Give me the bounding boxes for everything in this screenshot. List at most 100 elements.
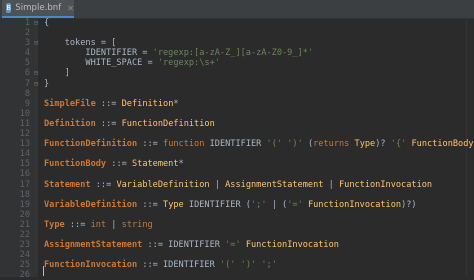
text-caret (43, 266, 44, 276)
code-text: IDENTIFIER = 'regexp:[a-zA-Z_][a-zA-Z0-9… (44, 48, 313, 58)
token-plain: )? (375, 139, 391, 149)
line-number: 26 (0, 270, 30, 280)
line-number: 13 (0, 139, 30, 149)
token-ref: Statement (132, 159, 179, 169)
fold-marker-icon[interactable]: ⊟ (34, 68, 38, 78)
token-plain: IDENTIFIER (204, 139, 266, 149)
token-kw: int (91, 220, 107, 230)
token-plain: * (173, 99, 178, 109)
code-line: 16 (0, 169, 474, 179)
token-rule: SimpleFile (44, 99, 96, 109)
token-rule: AssignmentStatement (44, 240, 142, 250)
code-line: 6 ⊟ ] (0, 68, 474, 78)
code-line: 26 (0, 270, 474, 280)
token-ref: FunctionDefinition (122, 119, 215, 129)
token-rule: FunctionInvocation (44, 260, 137, 270)
token-plain: ::= (65, 220, 91, 230)
token-rule: Type (44, 220, 65, 230)
token-ref: Type (163, 200, 184, 210)
line-number: 25 (0, 260, 30, 270)
tab-simple-bnf[interactable]: B Simple.bnf ✕ (2, 0, 74, 18)
line-number: 20 (0, 210, 30, 220)
code-line: 14 (0, 149, 474, 159)
token-str: '=' (287, 200, 303, 210)
line-number: 16 (0, 169, 30, 179)
token-str: 'regexp:\s+' (158, 58, 220, 68)
line-number: 19 (0, 200, 30, 210)
close-icon[interactable]: ✕ (67, 4, 74, 13)
line-number: 7 (0, 79, 30, 89)
code-line: 1⊟{ (0, 18, 474, 28)
token-str: '(' (267, 139, 283, 149)
line-number: 18 (0, 190, 30, 200)
code-line: 13 FunctionDefinition ::= function IDENTI… (0, 139, 474, 149)
token-plain: IDENTIFIER ( (184, 200, 251, 210)
code-line: 21Type ::= int | string (0, 220, 474, 230)
fold-marker-icon[interactable]: ⊟ (34, 18, 38, 28)
token-plain: ( (303, 139, 313, 149)
line-number: 23 (0, 240, 30, 250)
fold-marker-icon[interactable]: ⊟ (34, 79, 38, 89)
line-number: 10 (0, 109, 30, 119)
token-plain: | (323, 180, 339, 190)
token-ref: Type (355, 139, 376, 149)
token-plain: | ( (267, 200, 288, 210)
code-text: ] (44, 68, 70, 78)
token-ref: FunctionInvocation (339, 180, 432, 190)
code-line: 23 AssignmentStatement ::= IDENTIFIER '='… (0, 240, 474, 250)
token-kw: string (122, 220, 153, 230)
editor-tab-bar: B Simple.bnf ✕ (0, 0, 474, 19)
token-rule: FunctionBody (44, 159, 106, 169)
code-line: 10 (0, 109, 474, 119)
line-number: 9 (0, 99, 30, 109)
line-number: 6 (0, 68, 30, 78)
token-plain: )?) (401, 200, 417, 210)
code-line: 17Statement ::= VariableDefinition | Ass… (0, 180, 474, 190)
code-text: WHITE_SPACE = 'regexp:\s+' (44, 58, 220, 68)
token-str: '(' (220, 260, 236, 270)
code-text: Statement ::= VariableDefinition | Assig… (44, 180, 432, 190)
token-plain: tokens = [ (44, 38, 116, 48)
code-text: FunctionBody ::= Statement* (44, 159, 184, 169)
line-number: 2 (0, 28, 30, 38)
token-str: '=' (225, 240, 241, 250)
line-number: 15 (0, 159, 30, 169)
token-str: ')' (241, 260, 257, 270)
token-kw: returns (313, 139, 349, 149)
code-line: 3⊟ tokens = [ (0, 38, 474, 48)
bnf-file-icon: B (6, 3, 11, 13)
line-number: 24 (0, 250, 30, 260)
token-plain: ] (44, 68, 70, 78)
code-text: FunctionInvocation ::= IDENTIFIER '(' ')… (44, 260, 277, 270)
code-line: 12 (0, 129, 474, 139)
code-text: FunctionDefinition ::= function IDENTIFI… (44, 139, 474, 149)
code-line: 25 FunctionInvocation ::= IDENTIFIER '(' … (0, 260, 474, 270)
token-ref: FunctionInvocation (246, 240, 339, 250)
line-number: 5 (0, 58, 30, 68)
token-str: ';' (251, 200, 267, 210)
code-line: 20 (0, 210, 474, 220)
token-ref: AssignmentStatement (225, 180, 323, 190)
line-number: 11 (0, 119, 30, 129)
token-plain: ::= IDENTIFIER (142, 240, 225, 250)
code-line: 24 (0, 250, 474, 260)
token-plain: * (179, 159, 184, 169)
token-plain: ::= (137, 200, 163, 210)
code-line: 2 (0, 28, 474, 38)
token-plain: ::= (106, 159, 132, 169)
fold-marker-icon[interactable]: ⊟ (34, 38, 38, 48)
code-line: 11 Definition ::= FunctionDefinition (0, 119, 474, 129)
line-number: 4 (0, 48, 30, 58)
token-kw: function (163, 139, 204, 149)
token-plain: IDENTIFIER = (44, 48, 153, 58)
code-editor[interactable]: 1⊟{23⊟ tokens = [4 IDENTIFIER = 'regexp:… (0, 18, 474, 280)
token-ref: FunctionBody (411, 139, 473, 149)
token-rule: Definition (44, 119, 96, 129)
token-plain: ::= (96, 119, 122, 129)
line-number: 22 (0, 230, 30, 240)
code-text: SimpleFile ::= Definition* (44, 99, 179, 109)
token-str: '{' (391, 139, 407, 149)
code-text: VariableDefinition ::= Type IDENTIFIER (… (44, 200, 417, 210)
code-line: 7⊟} (0, 79, 474, 89)
code-line: 19 VariableDefinition ::= Type IDENTIFIER… (0, 200, 474, 210)
